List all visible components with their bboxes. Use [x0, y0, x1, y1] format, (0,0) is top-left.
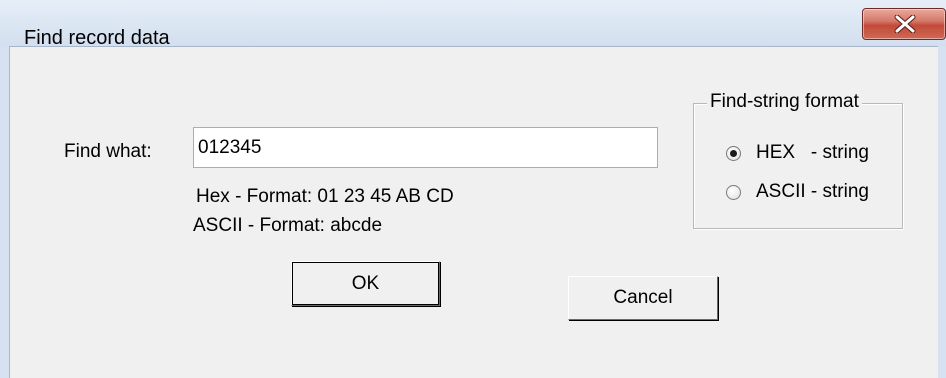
radio-button-icon[interactable]: [726, 184, 741, 200]
ascii-format-hint: ASCII - Format: abcde: [193, 215, 383, 236]
find-what-label: Find what:: [64, 141, 152, 162]
radio-button-checked-icon[interactable]: [726, 145, 741, 161]
find-string-format-group: [693, 103, 903, 229]
window-frame-left: [0, 46, 9, 378]
radio-hex-string[interactable]: HEX - string: [726, 142, 869, 164]
ok-button[interactable]: OK: [291, 261, 440, 306]
hex-format-hint: Hex - Format: 01 23 45 AB CD: [196, 186, 454, 207]
close-button[interactable]: [862, 8, 946, 40]
title-bar[interactable]: Find record data: [0, 0, 946, 49]
close-icon: [894, 15, 916, 33]
window-frame-right: [938, 46, 946, 378]
radio-ascii-label: ASCII - string: [756, 181, 869, 202]
radio-hex-label: HEX - string: [756, 142, 869, 163]
find-string-format-legend: Find-string format: [707, 91, 862, 113]
cancel-button[interactable]: Cancel: [568, 276, 718, 320]
radio-ascii-string[interactable]: ASCII - string: [726, 181, 869, 203]
find-what-input[interactable]: [193, 127, 658, 168]
find-record-dialog: Find record data Find what: Hex - Format…: [0, 0, 946, 378]
